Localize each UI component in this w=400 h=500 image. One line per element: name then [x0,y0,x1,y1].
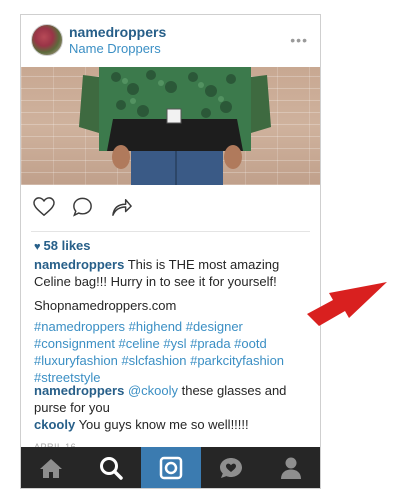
celine-bag-image [79,67,271,185]
comment-username[interactable]: namedroppers [34,383,124,398]
likes-count[interactable]: ♥ 58 likes [34,238,91,253]
post-actions [21,185,320,231]
avatar[interactable] [31,24,63,56]
comment-item: namedroppers @ckooly these glasses and p… [34,382,314,416]
comment-text: You guys know me so well!!!!! [78,417,249,432]
bottom-tab-bar [21,447,320,488]
actions-divider [31,231,310,232]
tab-profile[interactable] [261,447,320,488]
profile-icon [281,457,301,479]
comment-mention[interactable]: @ckooly [128,383,178,398]
heart-icon: ♥ [34,241,41,253]
share-arrow-icon[interactable] [111,197,133,217]
post-location[interactable]: Name Droppers [69,41,161,56]
search-icon [100,456,123,480]
comment-icon[interactable] [72,197,93,217]
more-options-icon[interactable]: ••• [290,32,308,48]
home-icon [40,458,62,478]
caption-hashtags: #namedroppers #highend #designer #consig… [34,318,314,386]
instagram-post-screen: namedroppers Name Droppers ••• ♥ 58 like… [20,14,321,489]
post-username[interactable]: namedroppers [69,24,166,40]
caption-shop-link: Shopnamedroppers.com [34,298,177,313]
camera-icon [159,456,183,479]
heart-outline-icon[interactable] [33,197,55,217]
post-header: namedroppers Name Droppers ••• [21,15,320,67]
caption-username[interactable]: namedroppers [34,257,124,272]
activity-icon [220,457,242,478]
hashtags-text[interactable]: #namedroppers #highend #designer #consig… [34,319,284,385]
tab-search[interactable] [81,447,141,488]
annotation-arrow-icon [307,282,387,326]
tab-activity[interactable] [201,447,261,488]
post-photo[interactable] [21,67,320,185]
caption: namedroppers This is THE most amazing Ce… [34,256,314,290]
comment-item: ckooly You guys know me so well!!!!! [34,416,314,433]
likes-label: 58 likes [43,238,91,253]
tab-home[interactable] [21,447,81,488]
tab-camera[interactable] [141,447,201,488]
comment-username[interactable]: ckooly [34,417,75,432]
